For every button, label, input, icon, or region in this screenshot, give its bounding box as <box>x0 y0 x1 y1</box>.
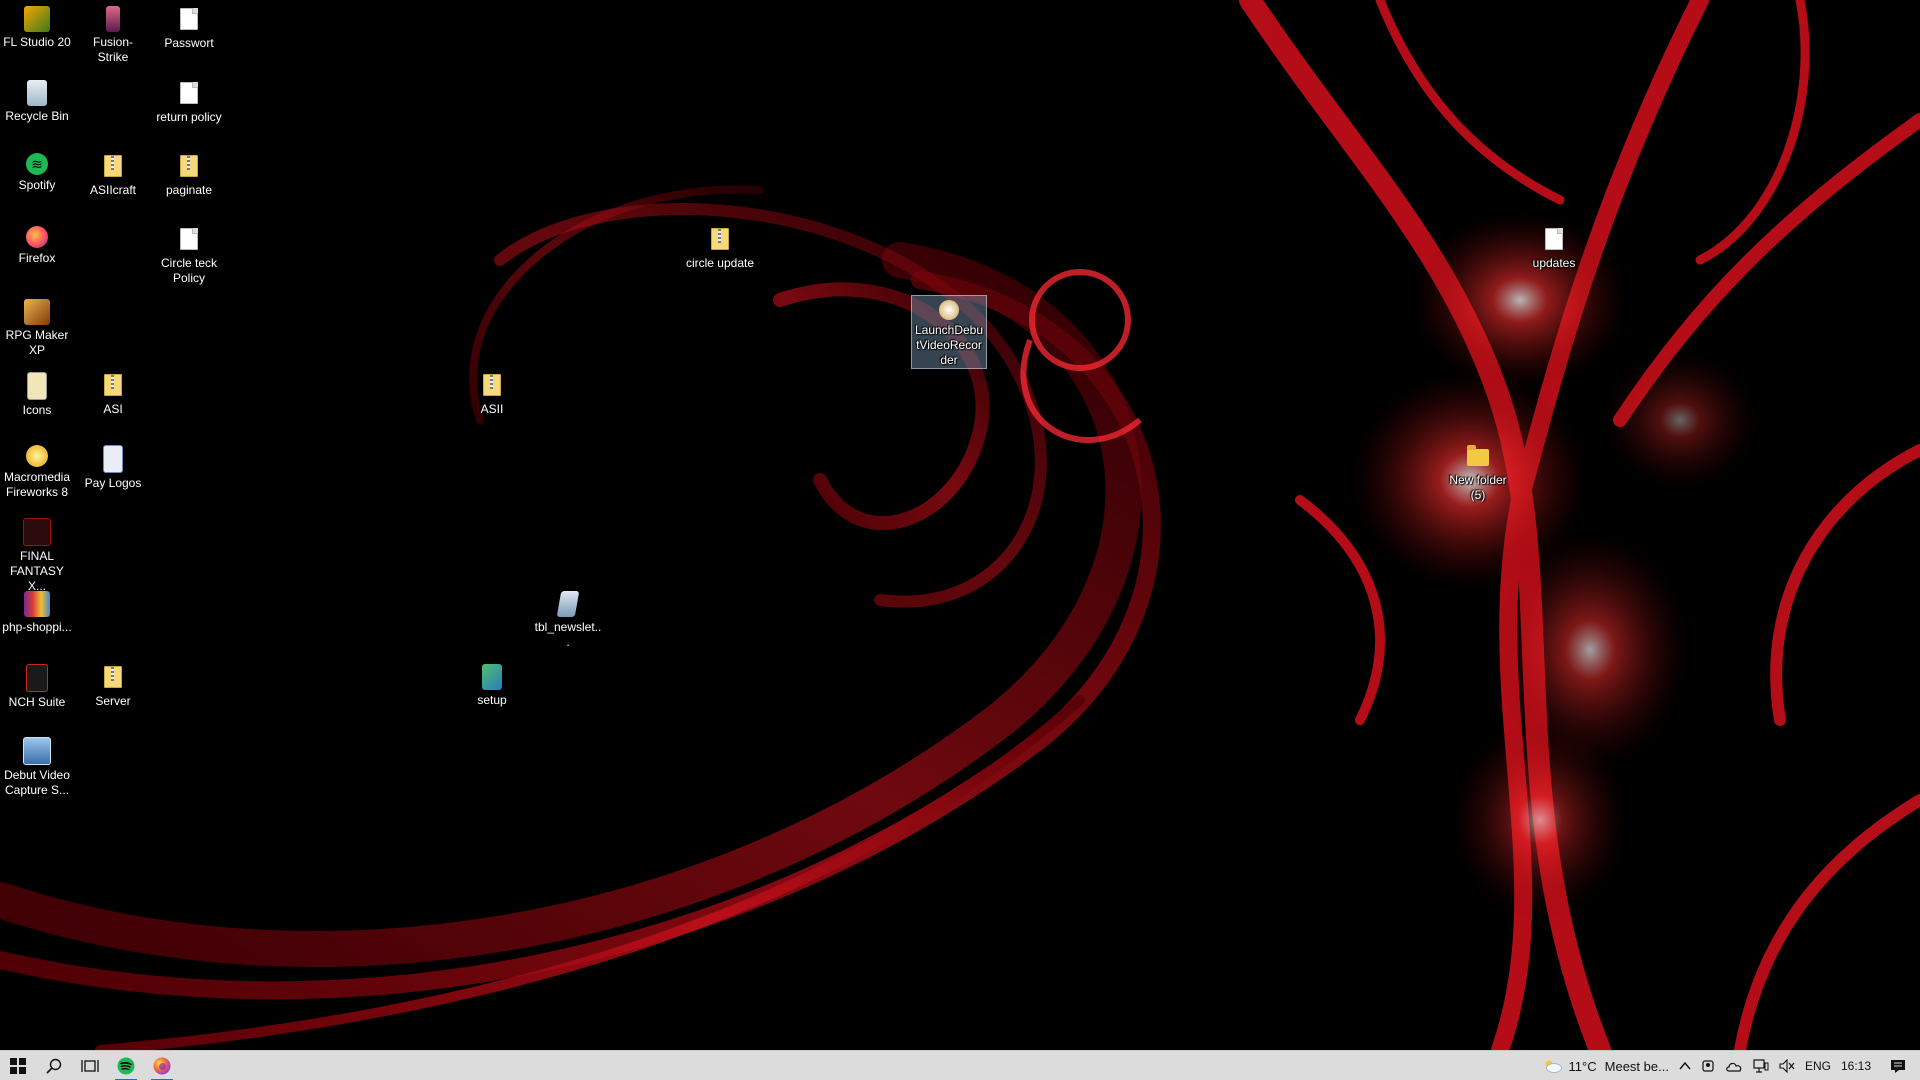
tray-volume[interactable] <box>1774 1051 1800 1080</box>
zip-file-icon <box>483 374 501 396</box>
weather-widget[interactable]: 11°C Meest be... <box>1538 1051 1674 1080</box>
nch-suite-icon <box>26 664 48 692</box>
network-icon <box>1753 1059 1769 1073</box>
document-icon <box>180 228 198 250</box>
desktop-icon-spotify[interactable]: ≋ Spotify <box>0 149 74 193</box>
weather-temperature: 11°C <box>1568 1058 1597 1074</box>
taskbar-firefox[interactable] <box>144 1051 180 1080</box>
setup-icon <box>482 664 502 690</box>
winrar-icon <box>24 591 50 617</box>
desktop-icon-new-folder-5[interactable]: New folder (5) <box>1441 441 1515 503</box>
tray-network[interactable] <box>1748 1051 1774 1080</box>
sql-file-icon <box>556 591 580 617</box>
desktop-icon-return-policy[interactable]: return policy <box>152 76 226 125</box>
desktop-icon-recycle-bin[interactable]: Recycle Bin <box>0 76 74 124</box>
clock-time: 16:13 <box>1840 1059 1871 1073</box>
document-icon <box>1545 228 1563 250</box>
zip-file-icon <box>711 228 729 250</box>
desktop-icon-paginate[interactable]: paginate <box>152 149 226 198</box>
zip-file-icon <box>104 666 122 688</box>
desktop-icon-tbl-newsletter[interactable]: tbl_newslet... <box>531 587 605 650</box>
taskbar-spotify[interactable] <box>108 1051 144 1080</box>
task-view-icon <box>81 1060 99 1072</box>
tray-onedrive[interactable] <box>1720 1051 1748 1080</box>
firefox-icon <box>153 1057 171 1075</box>
icons-folder-icon <box>27 372 47 400</box>
meet-now-icon <box>1702 1060 1714 1072</box>
desktop-icon-php-shopping[interactable]: php-shoppi... <box>0 587 74 635</box>
folder-icon <box>1467 445 1489 466</box>
fl-studio-icon <box>24 6 50 32</box>
spotify-icon <box>117 1057 135 1075</box>
debut-launcher-icon <box>939 300 959 320</box>
search-icon <box>46 1058 62 1074</box>
chevron-up-icon <box>1679 1061 1691 1070</box>
red-swirl-wallpaper <box>0 0 1920 1050</box>
desktop-icon-asii[interactable]: ASII <box>455 368 529 417</box>
system-tray: 11°C Meest be... ENG 16:13 <box>1538 1051 1920 1080</box>
desktop-icon-launch-debut-video-recorder[interactable]: LaunchDebutVideoRecorder <box>911 295 987 369</box>
desktop-icon-fusion-strike[interactable]: Fusion-Strike <box>76 2 150 65</box>
desktop-icon-rpg-maker[interactable]: RPG Maker XP <box>0 295 74 358</box>
desktop-icon-updates[interactable]: updates <box>1517 222 1591 271</box>
desktop-icon-asiicraft[interactable]: ASIIcraft <box>76 149 150 198</box>
show-hidden-icons-button[interactable] <box>1674 1051 1696 1080</box>
debut-video-icon <box>23 737 51 765</box>
pay-logos-icon <box>103 445 123 473</box>
tray-meet-now[interactable] <box>1696 1051 1720 1080</box>
desktop-icon-fireworks[interactable]: Macromedia Fireworks 8 <box>0 441 74 500</box>
document-icon <box>180 8 198 30</box>
desktop-icon-nch-suite[interactable]: NCH Suite <box>0 660 74 710</box>
volume-muted-icon <box>1779 1059 1795 1073</box>
spotify-icon: ≋ <box>26 153 48 175</box>
zip-file-icon <box>104 374 122 396</box>
desktop[interactable]: FL Studio 20 Recycle Bin ≋ Spotify Firef… <box>0 0 1920 1050</box>
desktop-icon-fl-studio[interactable]: FL Studio 20 <box>0 2 74 50</box>
onedrive-cloud-icon <box>1726 1062 1742 1072</box>
desktop-icon-icons[interactable]: Icons <box>0 368 74 418</box>
final-fantasy-icon <box>23 518 51 546</box>
document-icon <box>180 82 198 104</box>
notifications-icon <box>1891 1059 1905 1073</box>
desktop-icon-asi[interactable]: ASI <box>76 368 150 417</box>
desktop-icon-circle-update[interactable]: circle update <box>683 222 757 271</box>
clock[interactable]: 16:13 <box>1836 1051 1876 1080</box>
weather-cloud-icon <box>1545 1060 1562 1073</box>
desktop-icon-setup[interactable]: setup <box>455 660 529 708</box>
action-center-button[interactable] <box>1876 1051 1920 1080</box>
language-text: ENG <box>1804 1059 1831 1073</box>
zip-file-icon <box>180 155 198 177</box>
fusion-strike-icon <box>106 6 120 32</box>
language-indicator[interactable]: ENG <box>1800 1051 1836 1080</box>
taskbar: 11°C Meest be... ENG 16:13 <box>0 1050 1920 1080</box>
desktop-icon-server[interactable]: Server <box>76 660 150 709</box>
task-view-button[interactable] <box>72 1051 108 1080</box>
recycle-bin-icon <box>27 80 47 106</box>
desktop-icon-pay-logos[interactable]: Pay Logos <box>76 441 150 491</box>
zip-file-icon <box>104 155 122 177</box>
start-button[interactable] <box>0 1051 36 1080</box>
search-button[interactable] <box>36 1051 72 1080</box>
firefox-icon <box>26 226 48 248</box>
desktop-icon-debut-video-capture[interactable]: Debut Video Capture S... <box>0 733 74 798</box>
desktop-icon-final-fantasy[interactable]: FINAL FANTASY X... <box>0 514 74 594</box>
desktop-icon-circle-teck-policy[interactable]: Circle teck Policy <box>152 222 226 286</box>
fireworks-icon <box>26 445 48 467</box>
rpg-maker-icon <box>24 299 50 325</box>
desktop-icon-firefox[interactable]: Firefox <box>0 222 74 266</box>
weather-text: Meest be... <box>1604 1058 1669 1074</box>
windows-start-icon <box>10 1058 26 1074</box>
desktop-icon-passwort[interactable]: Passwort <box>152 2 226 51</box>
